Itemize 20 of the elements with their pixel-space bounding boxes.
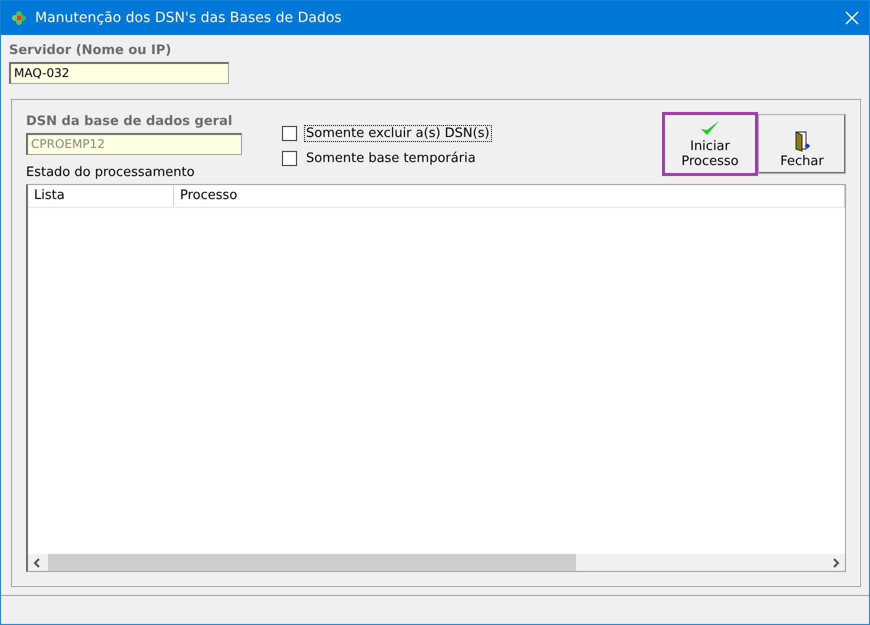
window-title: Manutenção dos DSN's das Bases de Dados [35,10,343,26]
checkbox[interactable] [282,126,297,141]
check-icon [699,119,721,137]
dsn-label: DSN da base de dados geral [26,114,234,129]
process-label: Estado do processamento [26,165,196,180]
column-header[interactable]: Lista [28,185,174,207]
close-icon[interactable] [845,11,859,25]
option-label: Somente excluir a(s) DSN(s) [305,126,491,141]
horizontal-scrollbar[interactable] [28,554,845,571]
column-header[interactable]: Processo [174,185,845,207]
server-label: Servidor (Nome ou IP) [9,43,172,58]
app-icon [11,10,27,26]
scroll-left-icon[interactable] [32,558,42,568]
option-label: Somente base temporária [305,151,477,166]
start-button[interactable]: Iniciar Processo [662,112,758,176]
door-icon [793,130,811,152]
server-field[interactable]: MAQ-032 [9,62,229,84]
scroll-right-icon[interactable] [831,558,841,568]
checkbox[interactable] [282,151,297,166]
close-button[interactable]: Fechar [758,114,846,174]
